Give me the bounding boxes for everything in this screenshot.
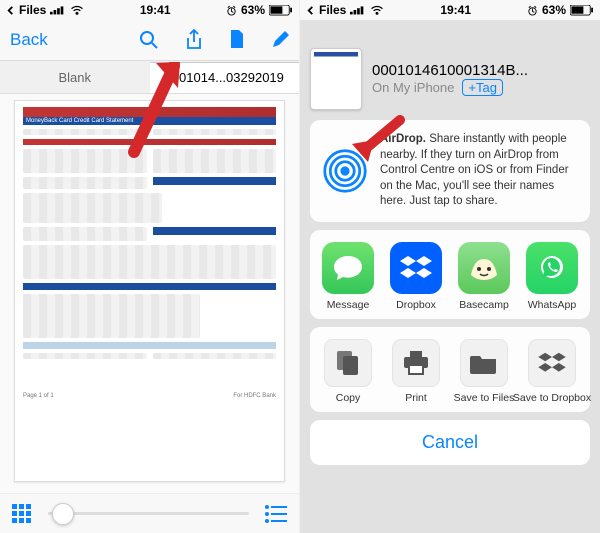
page-footer-right: For HDFC Bank: [233, 393, 276, 399]
airdrop-box[interactable]: AirDrop. Share instantly with people nea…: [310, 120, 590, 222]
document-viewer[interactable]: MoneyBack Card Credit Card Statement: [0, 94, 299, 493]
app-basecamp[interactable]: Basecamp: [452, 242, 516, 311]
airdrop-icon: [322, 148, 368, 194]
sheet-header: 0001014610001314B... On My iPhone +Tag: [310, 48, 590, 110]
page-footer-left: Page 1 of 1: [23, 393, 54, 399]
airdrop-text: AirDrop. Share instantly with people nea…: [380, 132, 578, 210]
app-message[interactable]: Message: [316, 242, 380, 311]
left-pane: Files 19:41 63% Back Blank 0001014...032…: [0, 0, 300, 533]
file-location: On My iPhone: [372, 80, 454, 95]
status-bar: Files 19:41 63%: [0, 0, 299, 20]
document-icon[interactable]: [229, 30, 245, 50]
action-row: Copy Print Save to Files Save to Dropbox: [310, 327, 590, 412]
list-icon[interactable]: [265, 505, 287, 523]
action-copy[interactable]: Copy: [316, 339, 380, 404]
share-icon[interactable]: [185, 29, 203, 51]
battery-icon: [269, 5, 293, 16]
app-row: Message Dropbox Basecamp WhatsApp: [310, 230, 590, 319]
wifi-icon: [70, 5, 84, 15]
tab-strip: Blank 0001014...03292019: [0, 60, 299, 94]
bottom-bar: [0, 493, 299, 533]
status-time: 19:41: [140, 3, 171, 17]
alarm-icon: [226, 5, 237, 16]
tag-button[interactable]: +Tag: [462, 79, 503, 96]
file-thumbnail: [310, 48, 362, 110]
share-sheet: 0001014610001314B... On My iPhone +Tag A…: [300, 20, 600, 533]
battery-percent: 63%: [241, 3, 265, 17]
app-whatsapp[interactable]: WhatsApp: [520, 242, 584, 311]
tab-file[interactable]: 0001014...03292019: [150, 62, 300, 93]
right-pane: Files 19:41 63% 0001014610001314B... On …: [300, 0, 600, 533]
action-print[interactable]: Print: [384, 339, 448, 404]
file-title: 0001014610001314B...: [372, 62, 590, 79]
app-dropbox[interactable]: Dropbox: [384, 242, 448, 311]
status-back-label[interactable]: Files: [19, 3, 46, 17]
cancel-button[interactable]: Cancel: [310, 420, 590, 465]
edit-icon[interactable]: [271, 31, 289, 49]
action-save-dropbox[interactable]: Save to Dropbox: [520, 339, 584, 404]
zoom-slider[interactable]: [48, 512, 249, 515]
toolbar: Back: [0, 20, 299, 60]
grid-icon[interactable]: [12, 504, 32, 524]
status-bar-right: Files 19:41 63%: [300, 0, 600, 20]
action-save-files[interactable]: Save to Files: [452, 339, 516, 404]
tab-blank[interactable]: Blank: [0, 62, 150, 93]
search-icon[interactable]: [139, 30, 159, 50]
back-button[interactable]: Back: [10, 30, 48, 50]
document-page: MoneyBack Card Credit Card Statement: [14, 100, 285, 482]
signal-icon: [50, 5, 66, 15]
